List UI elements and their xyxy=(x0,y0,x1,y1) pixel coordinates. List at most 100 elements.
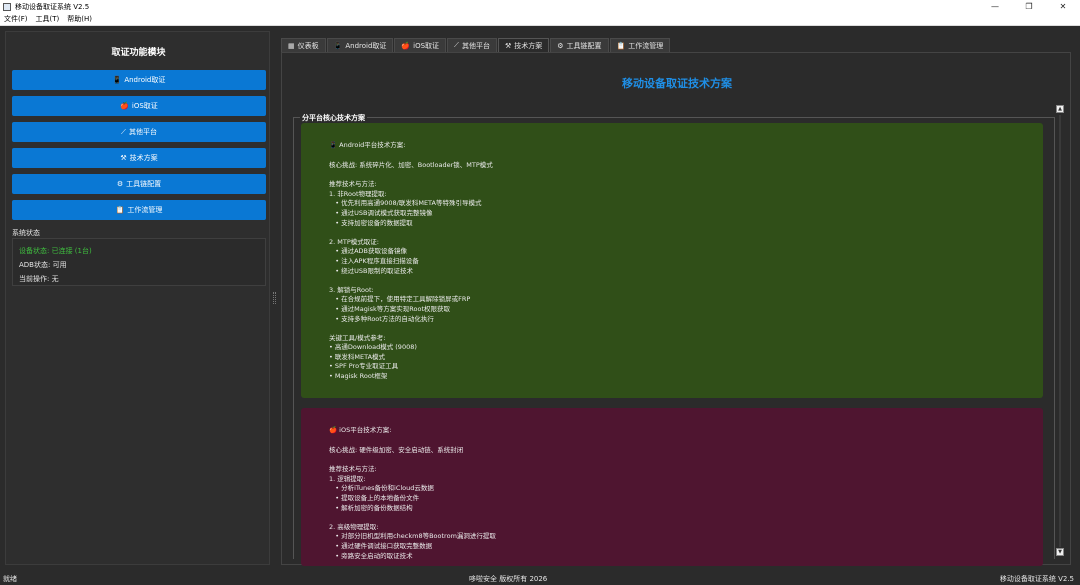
workflow-management-button[interactable]: 📋 工作流管理 xyxy=(12,200,266,220)
system-status-box: 设备状态: 已连接 (1台) ADB状态: 可用 当前操作: 无 xyxy=(12,238,266,286)
clipboard-icon: 📋 xyxy=(115,206,125,214)
button-label: 其他平台 xyxy=(128,128,157,136)
content-line: • 支持加密设备的数据提取 xyxy=(329,218,413,227)
minimize-button[interactable]: — xyxy=(978,0,1012,13)
scroll-down-icon[interactable]: ▼ xyxy=(1056,548,1064,556)
content-line: 1. 非Root物理提取: xyxy=(329,189,387,198)
gear-icon: ⚙ xyxy=(116,180,124,188)
app-version: 移动设备取证系统 V2.5 xyxy=(999,574,1074,583)
tools-icon: ⚒ xyxy=(504,42,512,50)
group-title: 分平台核心技术方案 xyxy=(300,113,367,123)
tab-tech-solutions[interactable]: ⚒ 技术方案 xyxy=(497,38,550,53)
menu-file[interactable]: 文件(F) xyxy=(0,14,32,24)
content-line: • 解析加密的备份数据结构 xyxy=(329,503,413,512)
scroll-track[interactable] xyxy=(1059,115,1061,547)
tab-label: 仪表板 xyxy=(297,41,319,50)
vertical-scrollbar[interactable]: ▲ ▼ xyxy=(1056,105,1064,557)
dashboard-icon: ▦ xyxy=(288,41,295,50)
panel-splitter[interactable] xyxy=(273,292,276,304)
tab-workflow[interactable]: 📋 工作流管理 xyxy=(609,38,671,52)
page-title: 移动设备取证技术方案 xyxy=(622,77,732,90)
clipboard-icon: 📋 xyxy=(616,41,626,50)
android-solution-card: 📱 Android平台技术方案: 核心挑战: 系统碎片化、加密、Bootload… xyxy=(301,123,1043,398)
content-line: • 旁路安全启动的取证技术 xyxy=(329,551,413,560)
pen-icon: ⟋ xyxy=(454,41,459,49)
content-line: • 在合规前提下，使用特定工具解除锁屏或FRP xyxy=(329,295,471,304)
app-icon xyxy=(3,2,11,11)
system-status-title: 系统状态 xyxy=(12,229,40,237)
tab-label: 技术方案 xyxy=(514,42,543,50)
tab-label: iOS取证 xyxy=(413,41,440,50)
android-heading: 📱 Android平台技术方案: xyxy=(329,141,406,149)
button-label: 工作流管理 xyxy=(127,206,163,214)
pen-icon: ⟋ xyxy=(121,127,126,136)
tab-label: Android取证 xyxy=(345,41,387,50)
gear-icon: ⚙ xyxy=(557,41,564,50)
tab-android[interactable]: 📱 Android取证 xyxy=(326,38,394,52)
ios-forensics-button[interactable]: 🍎 iOS取证 xyxy=(12,96,266,116)
content-line xyxy=(329,171,493,181)
status-ready: 就绪 xyxy=(3,574,17,583)
content-line: • 提取设备上的本地备份文件 xyxy=(329,493,420,502)
content-line: 推荐技术与方法: xyxy=(329,180,377,189)
android-forensics-button[interactable]: 📱 Android取证 xyxy=(12,70,266,90)
content-line xyxy=(329,324,493,334)
content-line: • 注入APK程序直接扫描设备 xyxy=(329,256,419,265)
content-line: • 对部分旧机型利用checkm8等Bootrom漏洞进行提取 xyxy=(329,532,496,541)
button-label: 技术方案 xyxy=(129,154,158,162)
content-line: • 优先利用高通9008/联发科META等特殊引导模式 xyxy=(329,199,482,208)
content-line: 核心挑战: 系统碎片化、加密、Bootloader锁、MTP模式 xyxy=(329,161,493,169)
toolchain-config-button[interactable]: ⚙ 工具链配置 xyxy=(12,174,266,194)
copyright: 哆啦安全 版权所有 2026 xyxy=(469,574,548,583)
content-line xyxy=(329,456,496,466)
tab-label: 工作流管理 xyxy=(628,41,664,50)
content-line: • 通过ADB获取设备镜像 xyxy=(329,247,408,256)
status-bar: 就绪 哆啦安全 版权所有 2026 移动设备取证系统 V2.5 xyxy=(0,572,1080,585)
apple-icon: 🍎 xyxy=(401,41,411,50)
content-line: 核心挑战: 硬件级加密、安全启动链、系统封闭 xyxy=(329,446,464,454)
content-line: 2. 高级物理提取: xyxy=(329,522,379,531)
content-line: • Magisk Root框架 xyxy=(329,372,388,381)
scroll-up-icon[interactable]: ▲ xyxy=(1056,105,1064,113)
content-line: • 高通Download模式 (9008) xyxy=(329,343,417,352)
content-line: • 通过USB调试模式获取完整镜像 xyxy=(329,208,433,217)
tab-other-platforms[interactable]: ⟋ 其他平台 xyxy=(447,38,497,52)
tech-solutions-button[interactable]: ⚒ 技术方案 xyxy=(12,148,266,168)
tab-dashboard[interactable]: ▦ 仪表板 xyxy=(281,38,326,52)
device-status: 设备状态: 已连接 (1台) xyxy=(19,247,92,255)
content-line xyxy=(329,228,493,238)
content-pane: 移动设备取证技术方案 分平台核心技术方案 📱 Android平台技术方案: 核心… xyxy=(281,52,1071,566)
ios-heading: 🍎 iOS平台技术方案: xyxy=(329,426,392,434)
tab-bar: ▦ 仪表板 📱 Android取证 🍎 iOS取证 ⟋ 其他平台 ⚒ 技术方案 … xyxy=(281,38,671,53)
content-line: 3. 解锁与Root: xyxy=(329,285,374,294)
close-button[interactable]: ✕ xyxy=(1046,0,1080,13)
sidebar-title: 取证功能模块 xyxy=(111,48,166,58)
tab-ios[interactable]: 🍎 iOS取证 xyxy=(394,38,447,52)
current-operation: 当前操作: 无 xyxy=(19,275,59,283)
content-line xyxy=(329,276,493,286)
window-title: 移动设备取证系统 V2.5 xyxy=(15,2,90,11)
other-platforms-button[interactable]: ⟋ 其他平台 xyxy=(12,122,266,142)
left-panel: 取证功能模块 📱 Android取证 🍎 iOS取证 ⟋ 其他平台 ⚒ 技术方案… xyxy=(5,31,270,565)
content-line: 2. MTP模式取证: xyxy=(329,237,379,246)
content-line: • 支持多种Root方法的自动化执行 xyxy=(329,314,434,323)
android-content: 核心挑战: 系统碎片化、加密、Bootloader锁、MTP模式 推荐技术与方法… xyxy=(329,161,493,382)
content-line: • 分析iTunes备份和iCloud云数据 xyxy=(329,484,434,493)
maximize-button[interactable]: ❐ xyxy=(1012,0,1046,13)
content-line: • 通过硬件调试接口获取完整数据 xyxy=(329,541,433,550)
phone-icon: 📱 xyxy=(333,41,343,50)
ios-content: 核心挑战: 硬件级加密、安全启动链、系统封闭 推荐技术与方法: 1. 逻辑提取: … xyxy=(329,446,496,561)
tab-toolchain-config[interactable]: ⚙ 工具链配置 xyxy=(550,38,609,52)
content-line xyxy=(329,513,496,523)
menu-bar: 文件(F) 工具(T) 帮助(H) xyxy=(0,13,1080,26)
content-line: 1. 逻辑提取: xyxy=(329,474,366,483)
content-line: 推荐技术与方法: xyxy=(329,465,377,474)
menu-tools[interactable]: 工具(T) xyxy=(32,14,64,24)
content-line: • SPF Pro专业取证工具 xyxy=(329,362,399,371)
tab-label: 工具链配置 xyxy=(566,41,602,50)
menu-help[interactable]: 帮助(H) xyxy=(63,14,96,24)
ios-solution-card: 🍎 iOS平台技术方案: 核心挑战: 硬件级加密、安全启动链、系统封闭 推荐技术… xyxy=(301,408,1043,566)
phone-icon: 📱 xyxy=(112,76,122,84)
button-label: Android取证 xyxy=(124,76,166,84)
content-line: • 绕过USB限制的取证技术 xyxy=(329,266,413,275)
